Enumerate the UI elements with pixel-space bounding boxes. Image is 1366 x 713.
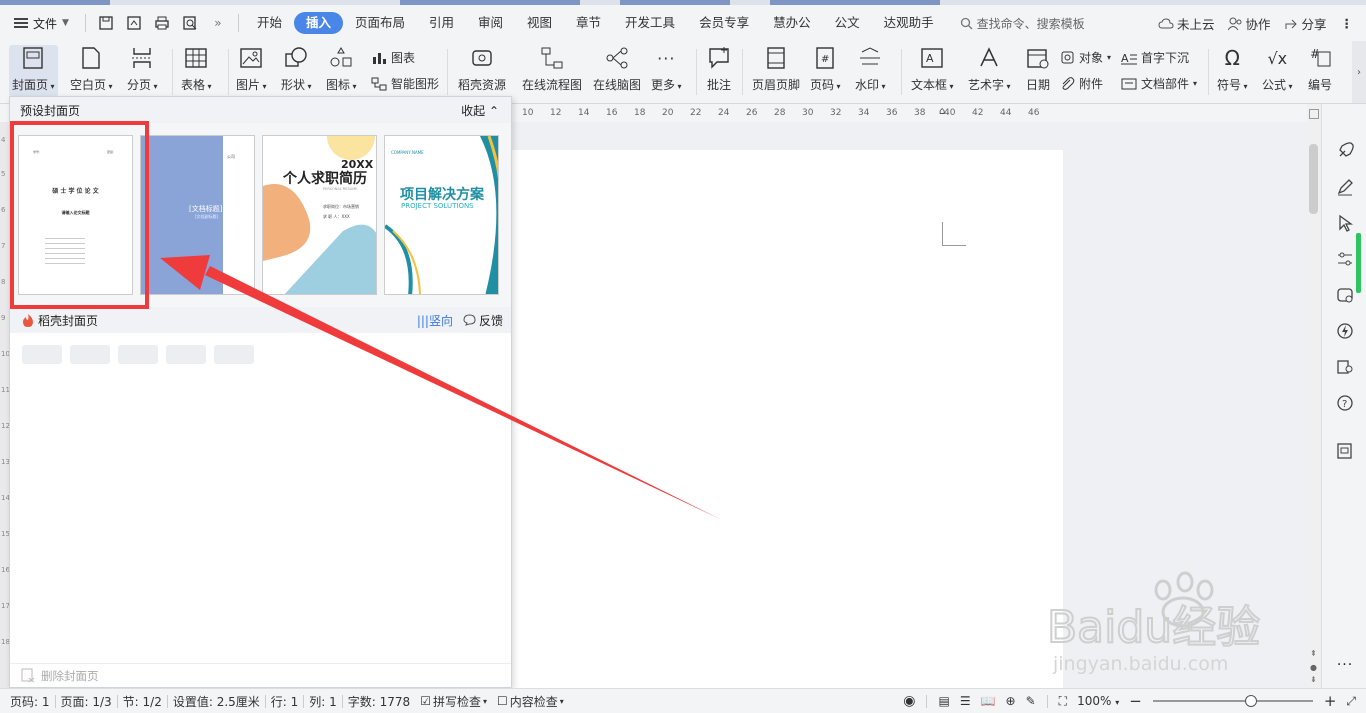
web-view-icon[interactable]: ⊕ — [1001, 694, 1021, 708]
spell-check-button[interactable]: ☑ 拼写检查 ▾ — [415, 693, 492, 710]
book-reader-icon[interactable] — [1334, 356, 1356, 378]
fit-page-icon[interactable]: ⛶ — [1054, 694, 1072, 709]
template-panel-icon[interactable] — [1334, 440, 1356, 462]
status-setting-value[interactable]: 设置值: 2.5厘米 — [168, 693, 265, 710]
docer-store-icon[interactable] — [1334, 284, 1356, 306]
svg-text:?: ? — [1342, 399, 1347, 410]
vertical-scrollbar[interactable]: ⇞ ● ⇟ — [1307, 104, 1321, 688]
outline-view-icon[interactable]: ☰ — [955, 694, 976, 708]
sidebar-more-icon[interactable]: ··· — [1334, 654, 1356, 676]
status-row[interactable]: 行: 1 — [266, 693, 304, 710]
content-check-button[interactable]: ☐ 内容检查 ▾ — [492, 693, 569, 710]
content-check-icon: ☐ — [497, 694, 508, 708]
annotation-arrow — [160, 255, 722, 520]
scroll-top-icon[interactable] — [1309, 109, 1319, 119]
writing-mode-icon[interactable]: ✎ — [1021, 694, 1041, 708]
status-section[interactable]: 节: 1/2 — [118, 693, 167, 710]
prev-page-icon[interactable]: ⇞ — [1310, 649, 1317, 658]
adjust-sliders-icon[interactable] — [1334, 248, 1356, 270]
pen-icon[interactable] — [1334, 176, 1356, 198]
status-column[interactable]: 列: 1 — [304, 693, 342, 710]
zoom-in-button[interactable]: + — [1319, 692, 1342, 710]
select-browse-object-icon[interactable]: ● — [1310, 663, 1317, 672]
zoom-slider[interactable] — [1152, 695, 1313, 707]
status-bar: 页码: 1 页面: 1/3 节: 1/2 设置值: 2.5厘米 行: 1 列: … — [0, 688, 1366, 713]
status-page[interactable]: 页码: 1 — [0, 693, 55, 710]
zoom-out-button[interactable]: − — [1124, 692, 1147, 710]
next-page-icon[interactable]: ⇟ — [1310, 675, 1317, 684]
page-view-icon[interactable]: ▤ — [933, 694, 954, 708]
right-tool-sidebar: ? ··· — [1321, 104, 1366, 688]
spell-check-label: 拼写检查 — [432, 694, 481, 709]
sidebar-active-indicator — [1356, 233, 1361, 293]
zoom-slider-handle[interactable] — [1244, 695, 1257, 707]
status-pages[interactable]: 页面: 1/3 — [56, 693, 117, 710]
reading-view-icon[interactable]: 📖 — [976, 694, 1001, 708]
rocket-icon[interactable] — [1334, 140, 1356, 162]
eye-protection-icon[interactable]: ◉ — [898, 693, 920, 709]
scrollbar-thumb[interactable] — [1309, 144, 1318, 214]
zoom-level[interactable]: 100% ▾ — [1072, 694, 1124, 708]
checkbox-checked-icon: ☑ — [420, 694, 431, 708]
select-cursor-icon[interactable] — [1334, 212, 1356, 234]
content-check-label: 内容检查 — [509, 694, 558, 709]
status-word-count[interactable]: 字数: 1778 — [343, 693, 415, 710]
zoom-level-value: 100% — [1077, 694, 1112, 708]
lightning-icon[interactable] — [1334, 320, 1356, 342]
help-icon[interactable]: ? — [1334, 392, 1356, 414]
fullscreen-icon[interactable]: ⤢ — [1341, 694, 1366, 709]
